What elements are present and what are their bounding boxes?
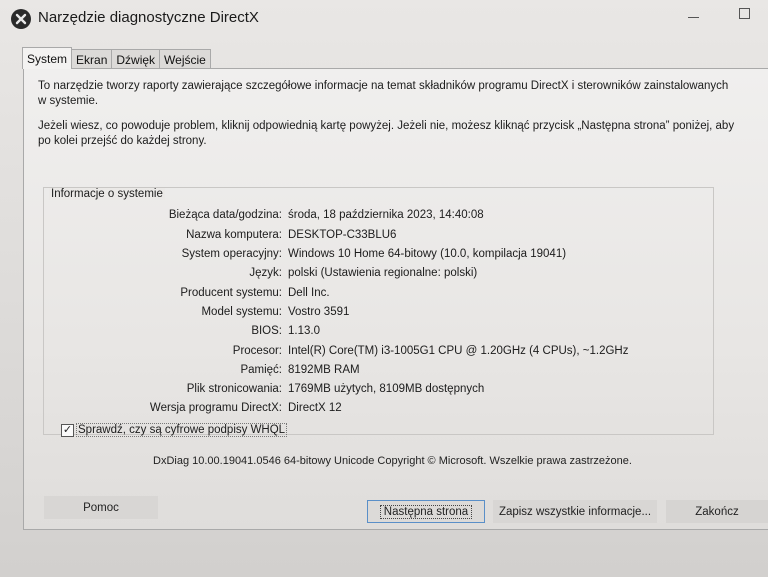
tab-sound[interactable]: Dźwięk	[111, 49, 161, 69]
whql-check-row[interactable]: ✓ Sprawdź, czy są cyfrowe podpisy WHQL	[61, 423, 288, 437]
system-tab-panel: To narzędzie tworzy raporty zawierające …	[23, 68, 768, 530]
tab-bar: System Ekran Dźwięk Wejście	[22, 47, 211, 69]
info-value: 1.13.0	[288, 325, 320, 337]
save-all-info-button[interactable]: Zapisz wszystkie informacje...	[493, 500, 657, 523]
info-label: Bieżąca data/godzina:	[168, 209, 282, 221]
system-info-group-label: Informacje o systemie	[49, 188, 165, 200]
exit-button[interactable]: Zakończ	[666, 500, 768, 523]
info-value: Dell Inc.	[288, 287, 330, 299]
info-label: Wersja programu DirectX:	[149, 402, 282, 414]
help-button-label: Pomoc	[83, 501, 119, 514]
directx-x-icon	[11, 9, 31, 29]
tab-system[interactable]: System	[22, 47, 73, 69]
exit-button-label: Zakończ	[695, 505, 739, 518]
help-button[interactable]: Pomoc	[44, 496, 158, 519]
whql-checkbox-label[interactable]: Sprawdź, czy są cyfrowe podpisy WHQL	[76, 423, 288, 437]
info-value: Vostro 3591	[288, 306, 350, 318]
next-page-button-label: Następna strona	[379, 504, 473, 519]
whql-checkbox[interactable]: ✓	[61, 423, 74, 437]
minimize-icon[interactable]	[688, 17, 699, 18]
system-info-group: Informacje o systemie Bieżąca data/godzi…	[43, 187, 714, 435]
window-title: Narzędzie diagnostyczne DirectX	[38, 9, 259, 26]
info-label: Producent systemu:	[180, 287, 282, 299]
info-label: BIOS:	[251, 325, 282, 337]
dxdiag-window: Narzędzie diagnostyczne DirectX System E…	[0, 0, 768, 577]
info-value: 1769MB użytych, 8109MB dostępnych	[288, 383, 485, 395]
info-value: Windows 10 Home 64-bitowy (10.0, kompila…	[288, 248, 567, 260]
next-page-button[interactable]: Następna strona	[367, 500, 485, 523]
info-value: DirectX 12	[288, 402, 342, 414]
title-bar: Narzędzie diagnostyczne DirectX	[0, 0, 768, 38]
info-label: Model systemu:	[201, 306, 282, 318]
intro-text-2: Jeżeli wiesz, co powoduje problem, klikn…	[38, 120, 735, 147]
maximize-icon[interactable]	[739, 8, 750, 19]
info-value: polski (Ustawienia regionalne: polski)	[288, 267, 478, 279]
info-label: Pamięć:	[240, 364, 282, 376]
intro-text-1: To narzędzie tworzy raporty zawierające …	[38, 80, 729, 107]
copyright-text: DxDiag 10.00.19041.0546 64-bitowy Unicod…	[153, 455, 632, 467]
info-value: środa, 18 października 2023, 14:40:08	[288, 209, 484, 221]
info-value: Intel(R) Core(TM) i3-1005G1 CPU @ 1.20GH…	[288, 345, 629, 357]
tab-display[interactable]: Ekran	[71, 49, 113, 69]
info-value: 8192MB RAM	[288, 364, 360, 376]
info-label: Nazwa komputera:	[186, 229, 282, 241]
info-label: System operacyjny:	[181, 248, 282, 260]
save-all-info-button-label: Zapisz wszystkie informacje...	[498, 505, 652, 518]
info-value: DESKTOP-C33BLU6	[288, 229, 397, 241]
info-label: Plik stronicowania:	[186, 383, 282, 395]
info-label: Procesor:	[232, 345, 282, 357]
tab-input[interactable]: Wejście	[159, 49, 211, 69]
info-label: Język:	[249, 267, 282, 279]
